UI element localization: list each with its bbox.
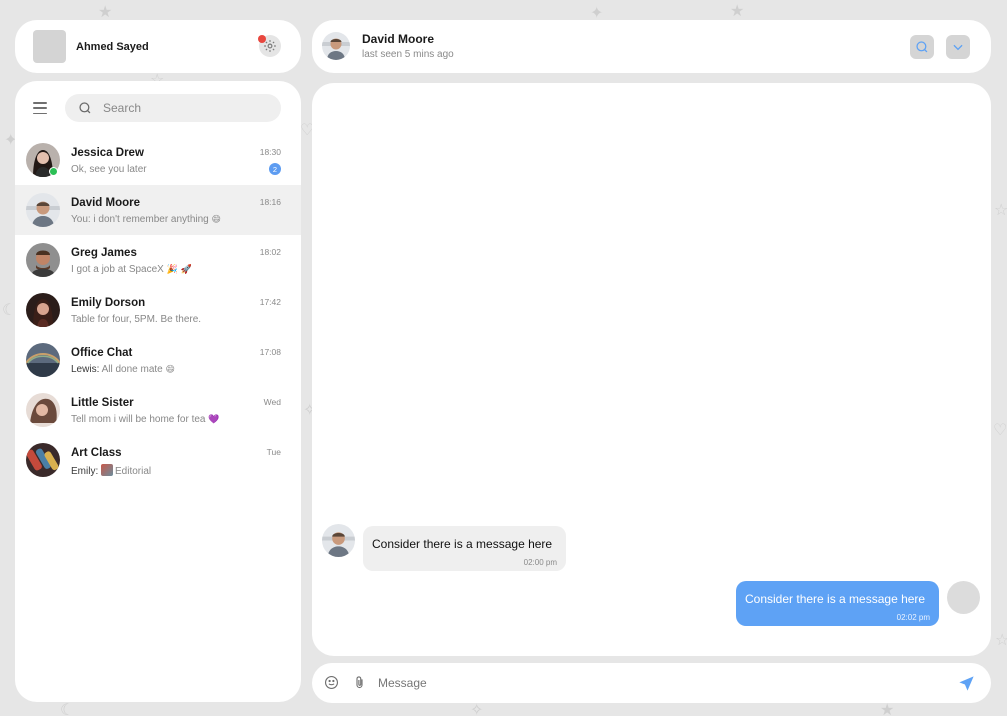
message-input[interactable] xyxy=(378,675,918,691)
message-text: Consider there is a message here xyxy=(372,537,553,551)
chat-item-office-chat[interactable]: Office Chat Lewis: All done mate 😄 17:08 xyxy=(15,335,301,385)
message-time: 02:00 pm xyxy=(523,558,557,567)
chat-preview: Lewis: All done mate 😄 xyxy=(71,364,175,375)
chat-item-david-moore[interactable]: David Moore You: i don't remember anythi… xyxy=(15,185,301,235)
search-input[interactable] xyxy=(103,100,268,116)
message-composer xyxy=(312,663,991,703)
avatar xyxy=(26,343,60,377)
profile-card: Ahmed Sayed xyxy=(15,20,301,73)
search-bar[interactable] xyxy=(65,94,281,122)
chat-item-art-class[interactable]: Art Class Emily: Editorial Tue xyxy=(15,435,301,485)
chat-name: Little Sister xyxy=(71,397,134,409)
search-icon xyxy=(79,102,91,114)
chat-time: Wed xyxy=(263,397,281,407)
sender-avatar[interactable] xyxy=(322,524,355,557)
contact-avatar[interactable] xyxy=(322,32,350,60)
chat-item-little-sister[interactable]: Little Sister Tell mom i will be home fo… xyxy=(15,385,301,435)
avatar xyxy=(26,443,60,477)
emoji-icon[interactable] xyxy=(324,675,339,690)
chat-preview: Emily: Editorial xyxy=(71,464,152,477)
chat-time: 18:30 xyxy=(259,147,281,157)
avatar xyxy=(26,293,60,327)
chat-name: Art Class xyxy=(71,447,122,459)
profile-name: Ahmed Sayed xyxy=(76,41,149,53)
contact-status: last seen 5 mins ago xyxy=(362,49,454,60)
chat-name: Emily Dorson xyxy=(71,297,146,309)
notification-dot xyxy=(258,35,266,43)
chat-time: 17:42 xyxy=(259,297,281,307)
avatar[interactable] xyxy=(33,30,66,63)
chat-preview: Ok, see you later xyxy=(71,164,147,175)
online-indicator xyxy=(49,167,58,176)
send-icon[interactable] xyxy=(956,673,976,693)
chat-item-emily-dorson[interactable]: Emily Dorson Table for four, 5PM. Be the… xyxy=(15,285,301,335)
header-search-button[interactable] xyxy=(910,35,934,59)
image-thumbnail xyxy=(101,464,114,476)
header-more-button[interactable] xyxy=(946,35,970,59)
contact-name: David Moore xyxy=(362,32,435,46)
incoming-message[interactable]: Consider there is a message here 02:00 p… xyxy=(363,526,566,571)
hamburger-menu-icon[interactable] xyxy=(33,101,47,115)
outgoing-message[interactable]: Consider there is a message here 02:02 p… xyxy=(736,581,939,626)
my-avatar[interactable] xyxy=(947,581,980,614)
search-icon xyxy=(916,41,928,53)
chat-sidebar: Jessica Drew Ok, see you later 18:30 2 D… xyxy=(15,81,301,702)
chat-preview: Table for four, 5PM. Be there. xyxy=(71,314,202,325)
message-time: 02:02 pm xyxy=(896,613,930,622)
message-area: Consider there is a message here 02:00 p… xyxy=(312,83,991,656)
chat-header: David Moore last seen 5 mins ago xyxy=(312,20,991,73)
chat-preview: You: i don't remember anything 😄 xyxy=(71,214,221,225)
chat-time: 18:16 xyxy=(259,197,281,207)
chat-time: Tue xyxy=(266,447,281,457)
unread-badge: 2 xyxy=(269,163,281,175)
avatar xyxy=(26,393,60,427)
chat-item-jessica-drew[interactable]: Jessica Drew Ok, see you later 18:30 2 xyxy=(15,135,301,185)
attachment-icon[interactable] xyxy=(352,675,367,690)
chat-item-greg-james[interactable]: Greg James I got a job at SpaceX 🎉 🚀 18:… xyxy=(15,235,301,285)
chat-list: Jessica Drew Ok, see you later 18:30 2 D… xyxy=(15,135,301,485)
chat-name: Office Chat xyxy=(71,347,133,359)
chat-name: Jessica Drew xyxy=(71,147,144,159)
chat-preview: Tell mom i will be home for tea 💜 xyxy=(71,414,220,425)
chat-preview: I got a job at SpaceX 🎉 🚀 xyxy=(71,264,192,275)
chat-name: David Moore xyxy=(71,197,141,209)
avatar xyxy=(26,193,60,227)
chat-name: Greg James xyxy=(71,247,137,259)
chat-time: 17:08 xyxy=(259,347,281,357)
avatar xyxy=(26,243,60,277)
chat-time: 18:02 xyxy=(259,247,281,257)
message-text: Consider there is a message here xyxy=(745,592,926,606)
chevron-down-icon xyxy=(953,44,963,51)
